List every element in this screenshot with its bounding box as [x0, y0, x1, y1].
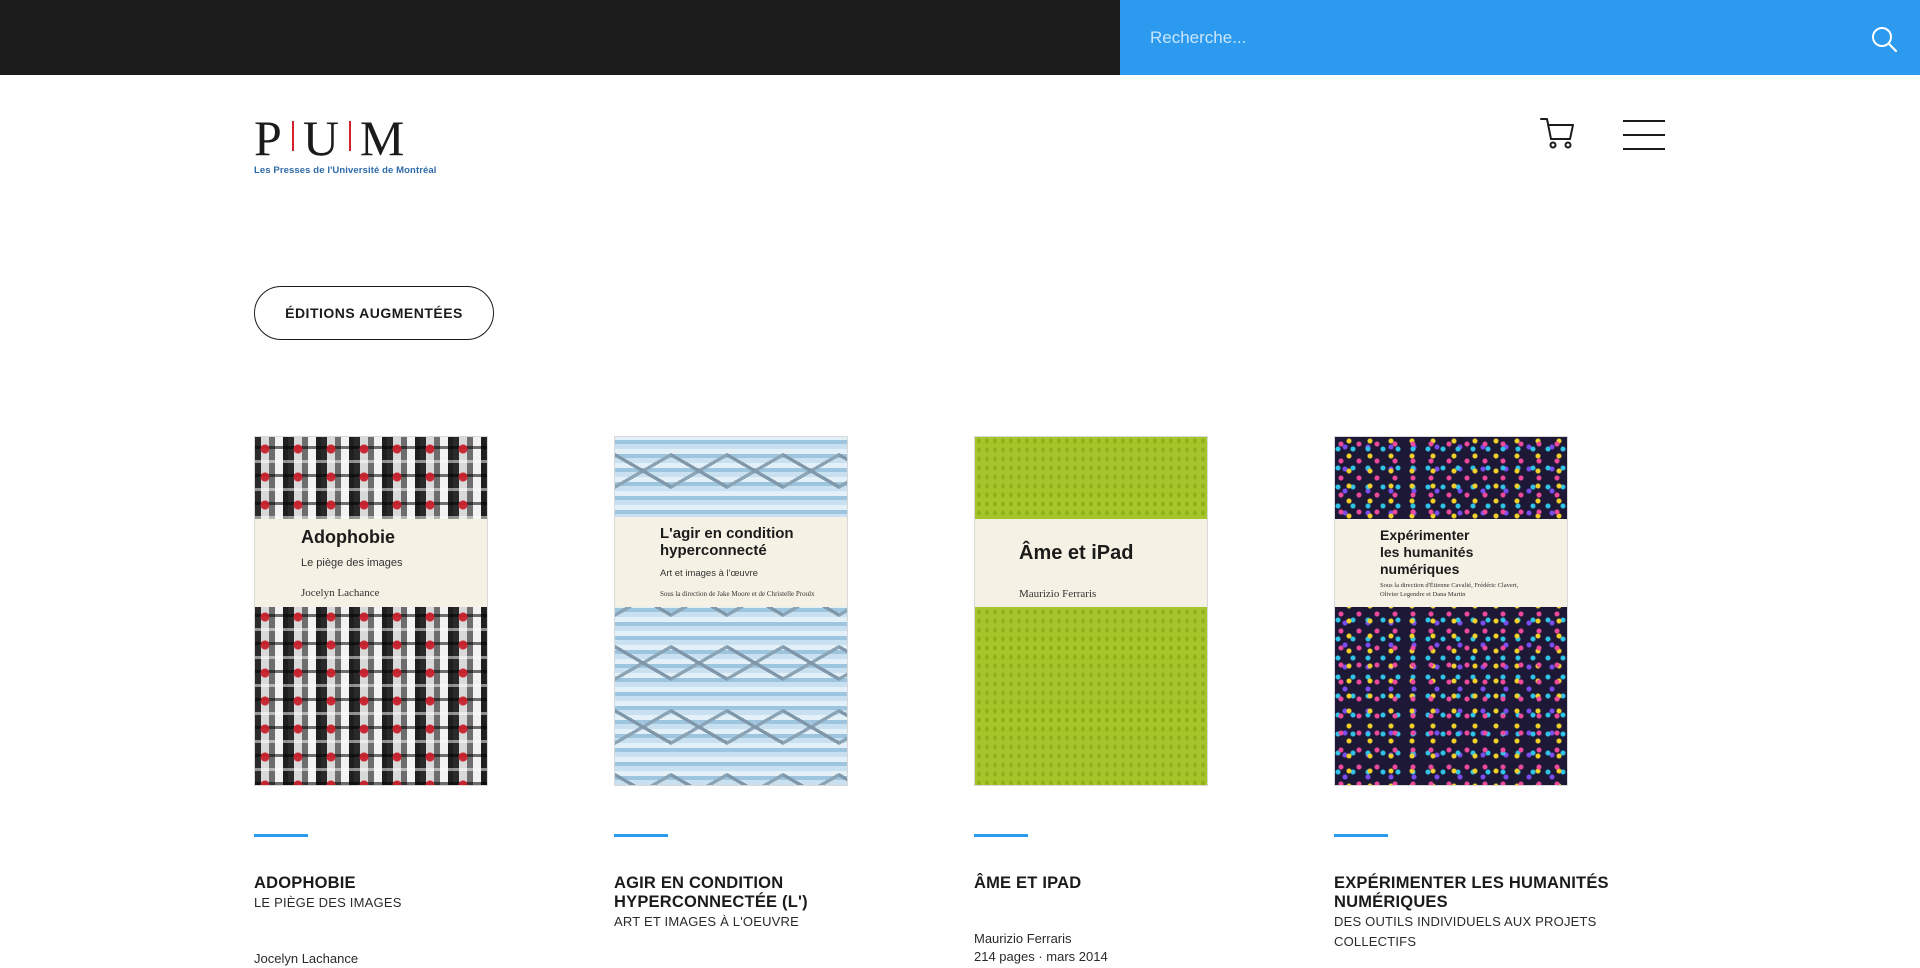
cover-author: Maurizio Ferraris	[1019, 588, 1097, 600]
cover-author: Jocelyn Lachance	[301, 587, 380, 599]
cover-title: Adophobie	[301, 527, 395, 547]
book-title[interactable]: ADOPHOBIE	[254, 874, 574, 893]
accent-line	[614, 834, 668, 837]
cover-title: Âme et iPad	[1019, 542, 1134, 564]
cover-editors: Sous la direction de Jake Moore et de Ch…	[660, 590, 815, 598]
cover-title-line1: Expérimenter	[1380, 527, 1470, 543]
book-author: Maurizio Ferraris	[974, 931, 1072, 946]
cover-title-line1: L'agir en condition	[660, 525, 794, 542]
search-icon[interactable]	[1870, 25, 1898, 53]
pum-logo[interactable]: PUM Les Presses de l'Université de Montr…	[254, 113, 438, 179]
cover-title-line2: les humanités	[1380, 544, 1474, 560]
accent-line	[1334, 834, 1388, 837]
book-cover[interactable]: Expérimenter les humanités numériques So…	[1334, 436, 1568, 786]
book-subtitle: DES OUTILS INDIVIDUELS AUX PROJETS COLLE…	[1334, 914, 1597, 949]
cover-subtitle: Le piège des images	[301, 557, 403, 569]
book-title[interactable]: EXPÉRIMENTER LES HUMANITÉS NUMÉRIQUES	[1334, 874, 1654, 912]
search-bar	[1120, 0, 1920, 75]
book-title[interactable]: AGIR EN CONDITION HYPERCONNECTÉE (L')	[614, 874, 934, 912]
book-title[interactable]: ÂME ET IPAD	[974, 874, 1294, 893]
cover-subtitle: Art et images à l'œuvre	[660, 568, 758, 579]
cart-icon[interactable]	[1540, 116, 1576, 150]
book-meta: 214 pages · mars 2014	[974, 949, 1108, 964]
search-input[interactable]	[1150, 18, 1830, 58]
logo-letter-u: U	[302, 110, 339, 166]
accent-line	[974, 834, 1028, 837]
cover-editors-line1: Sous la direction d'Étienne Cavalié, Fré…	[1380, 582, 1519, 589]
editions-augmentees-button[interactable]: ÉDITIONS AUGMENTÉES	[254, 286, 494, 340]
cover-editors-line2: Olivier Legendre et Dana Martin	[1380, 591, 1466, 598]
cover-title-line3: numériques	[1380, 561, 1460, 577]
book-subtitle: LE PIÈGE DES IMAGES	[254, 895, 402, 910]
book-cover[interactable]: Âme et iPad Maurizio Ferraris	[974, 436, 1208, 786]
logo-letters: PUM	[254, 113, 404, 163]
logo-letter-p: P	[254, 110, 282, 166]
logo-subtitle: Les Presses de l'Université de Montréal	[254, 165, 437, 176]
book-cover[interactable]: L'agir en condition hyperconnecté Art et…	[614, 436, 848, 786]
book-cover[interactable]: Adophobie Le piège des images Jocelyn La…	[254, 436, 488, 786]
cover-title-line2: hyperconnecté	[660, 542, 767, 559]
logo-letter-m: M	[359, 110, 405, 166]
book-author: Jocelyn Lachance	[254, 951, 359, 966]
accent-line	[254, 834, 308, 837]
hamburger-menu-icon[interactable]	[1623, 120, 1665, 150]
book-subtitle: ART ET IMAGES À L'OEUVRE	[614, 914, 800, 929]
